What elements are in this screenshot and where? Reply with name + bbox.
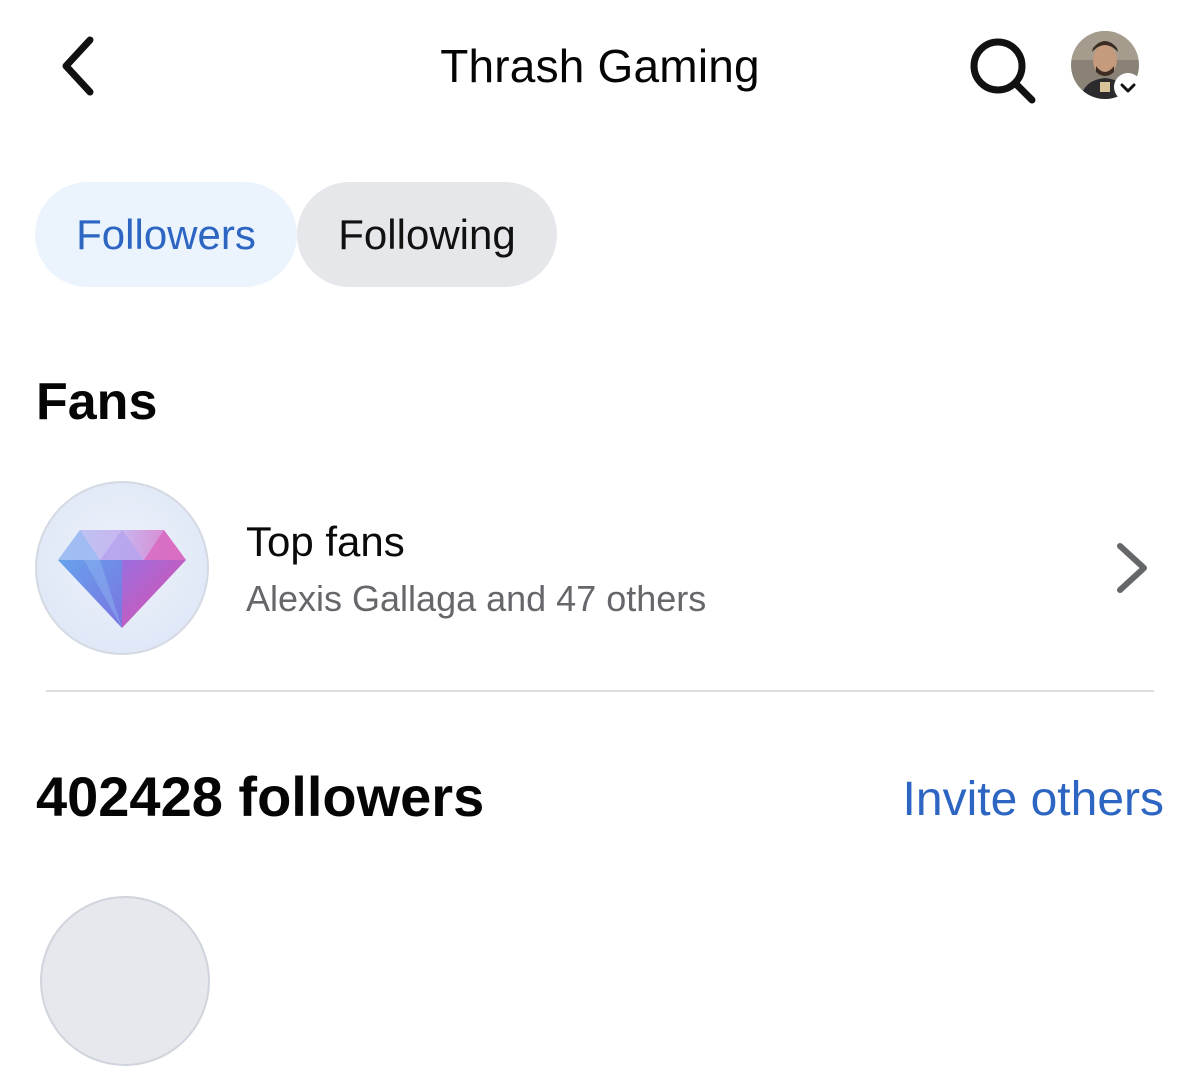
tab-following[interactable]: Following <box>297 182 557 287</box>
top-fans-subtitle: Alexis Gallaga and 47 others <box>246 578 707 619</box>
search-icon <box>970 38 1036 104</box>
chevron-left-icon <box>62 36 94 96</box>
fans-section-title: Fans <box>36 373 158 431</box>
chevron-down-badge <box>1114 73 1142 101</box>
follower-avatar <box>40 896 210 1066</box>
invite-others-link[interactable]: Invite others <box>903 772 1164 828</box>
search-button[interactable] <box>960 30 1042 106</box>
back-button[interactable] <box>50 28 112 104</box>
top-bar: Thrash Gaming <box>0 0 1200 135</box>
chevron-right-icon <box>1117 543 1147 593</box>
avatar <box>1071 31 1142 101</box>
diamond-icon <box>35 481 209 655</box>
tab-followers[interactable]: Followers <box>35 182 297 287</box>
account-menu-button[interactable] <box>1070 30 1146 104</box>
followers-count-heading: 402428 followers <box>36 765 485 828</box>
divider <box>46 690 1154 692</box>
page-title: Thrash Gaming <box>440 40 760 92</box>
top-fans-row[interactable]: Top fans Alexis Gallaga and 47 others <box>0 478 1200 658</box>
top-fans-title: Top fans <box>246 518 405 565</box>
